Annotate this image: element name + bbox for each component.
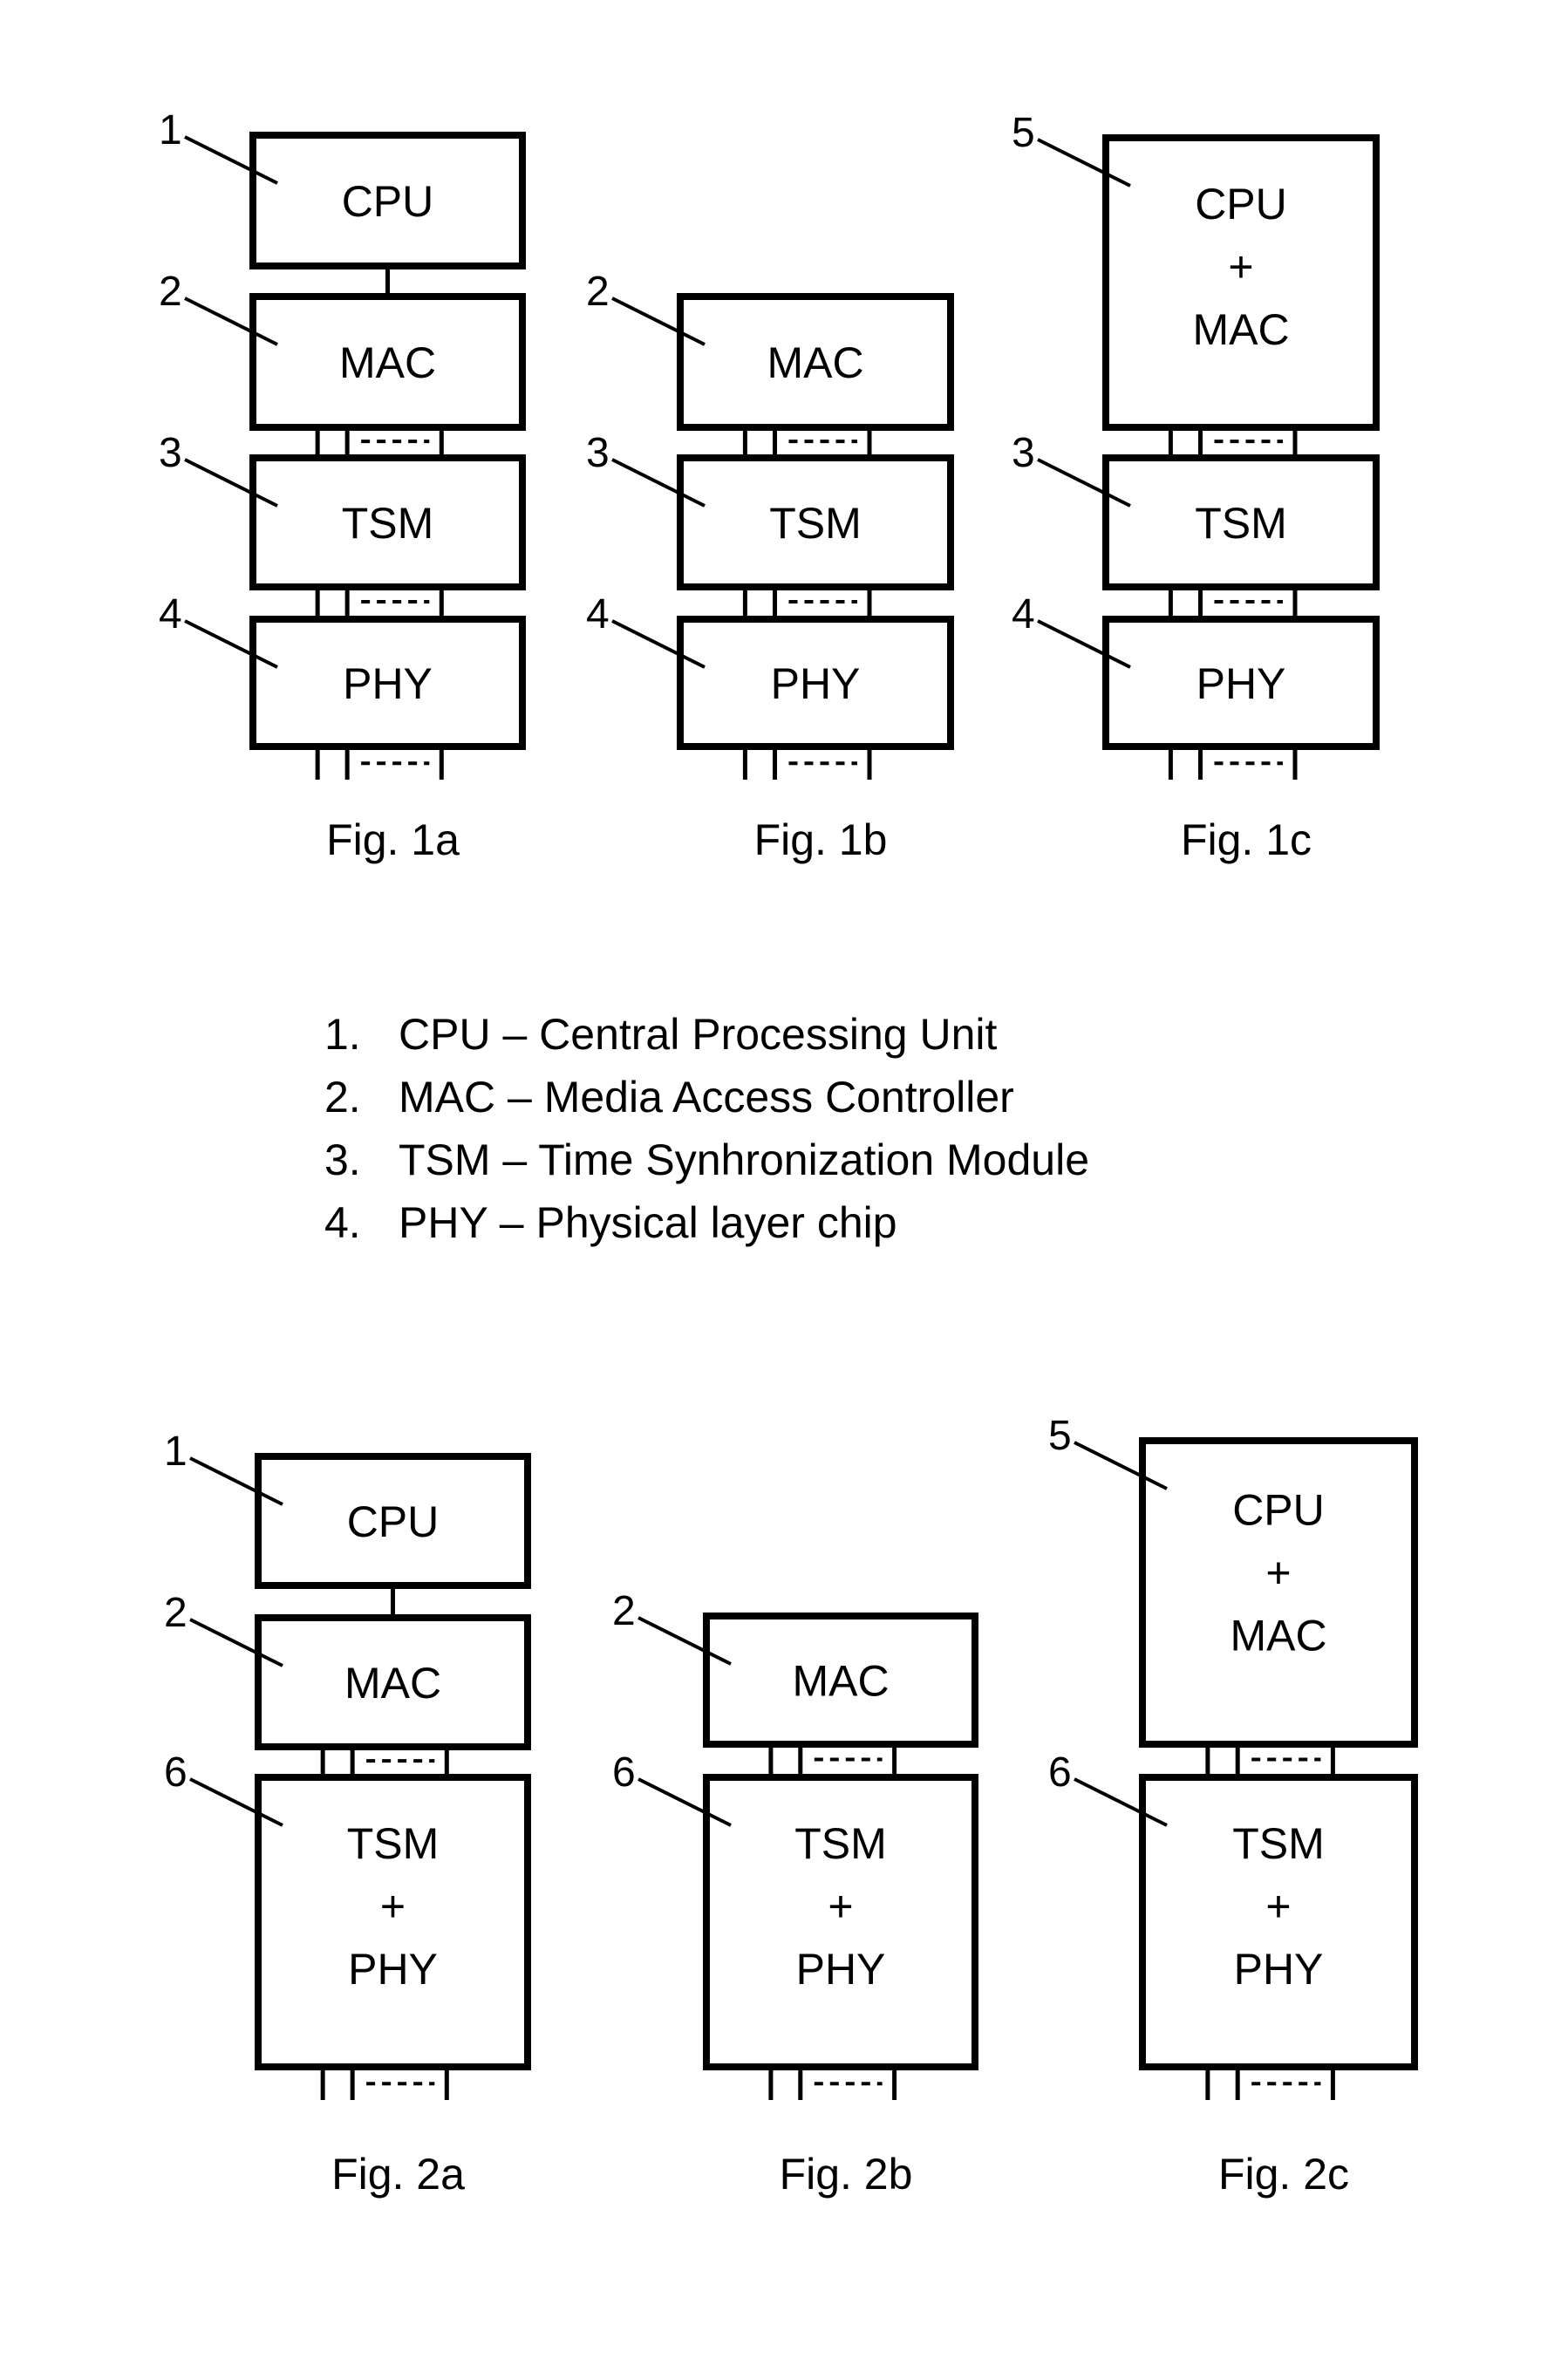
- block-label: PHY: [348, 1945, 438, 1994]
- block-label: TSM: [1195, 499, 1287, 548]
- block-label: CPU: [342, 177, 434, 226]
- block-label: CPU: [347, 1497, 440, 1546]
- reference-number: 4: [1012, 591, 1035, 638]
- block-label: +: [828, 1882, 853, 1931]
- legend: 1. CPU – Central Processing Unit 2. MAC – …: [324, 1003, 1089, 1254]
- legend-item: 2. MAC – Media Access Controller: [324, 1066, 1089, 1128]
- block-label: CPU: [1232, 1486, 1325, 1535]
- reference-number: 4: [159, 591, 182, 638]
- block-label: CPU: [1195, 180, 1287, 228]
- figure-caption: Fig. 2b: [780, 2150, 913, 2199]
- reference-number: 3: [586, 430, 610, 476]
- reference-number: 1: [164, 1428, 187, 1475]
- figure-caption: Fig. 2a: [331, 2150, 465, 2199]
- legend-item: 1. CPU – Central Processing Unit: [324, 1003, 1089, 1066]
- block-label: MAC: [1192, 305, 1289, 354]
- block-label: MAC: [1230, 1612, 1326, 1660]
- block-label: TSM: [769, 499, 862, 548]
- block-label: PHY: [343, 659, 433, 708]
- block-label: PHY: [771, 659, 861, 708]
- block-label: PHY: [1196, 659, 1286, 708]
- reference-number: 5: [1012, 110, 1035, 156]
- reference-number: 2: [164, 1590, 187, 1636]
- block-label: TSM: [1232, 1819, 1325, 1868]
- figure-caption: Fig. 2c: [1218, 2150, 1349, 2199]
- reference-number: 3: [1012, 430, 1035, 476]
- block-label: +: [1265, 1882, 1291, 1931]
- block-label: PHY: [1234, 1945, 1324, 1994]
- legend-number: 4.: [324, 1198, 361, 1247]
- legend-item: 4. PHY – Physical layer chip: [324, 1191, 1089, 1254]
- reference-number: 6: [1048, 1749, 1072, 1796]
- legend-number: 3.: [324, 1135, 361, 1184]
- block-label: +: [1228, 242, 1253, 291]
- reference-number: 1: [159, 107, 182, 153]
- block-label: MAC: [344, 1659, 441, 1708]
- legend-text: CPU – Central Processing Unit: [399, 1010, 998, 1059]
- figure-caption: Fig. 1b: [754, 815, 888, 864]
- block-label: TSM: [347, 1819, 440, 1868]
- block-label: MAC: [339, 338, 436, 387]
- block-label: +: [380, 1882, 406, 1931]
- reference-number: 2: [159, 269, 182, 315]
- legend-text: MAC – Media Access Controller: [399, 1073, 1014, 1122]
- legend-number: 2.: [324, 1073, 361, 1122]
- reference-number: 6: [612, 1749, 636, 1796]
- reference-number: 5: [1048, 1413, 1072, 1459]
- figure-caption: Fig. 1a: [326, 815, 460, 864]
- block-label: MAC: [767, 338, 863, 387]
- legend-text: PHY – Physical layer chip: [399, 1198, 897, 1247]
- legend-text: TSM – Time Synhronization Module: [399, 1135, 1090, 1184]
- block-label: TSM: [794, 1819, 887, 1868]
- block-label: +: [1265, 1549, 1291, 1598]
- reference-number: 3: [159, 430, 182, 476]
- reference-number: 2: [586, 269, 610, 315]
- figure-caption: Fig. 1c: [1181, 815, 1312, 864]
- reference-number: 6: [164, 1749, 187, 1796]
- block-label: PHY: [796, 1945, 886, 1994]
- reference-number: 4: [586, 591, 610, 638]
- legend-number: 1.: [324, 1010, 361, 1059]
- block-label: MAC: [792, 1657, 889, 1706]
- reference-number: 2: [612, 1588, 636, 1634]
- block-label: TSM: [342, 499, 434, 548]
- legend-item: 3. TSM – Time Synhronization Module: [324, 1128, 1089, 1191]
